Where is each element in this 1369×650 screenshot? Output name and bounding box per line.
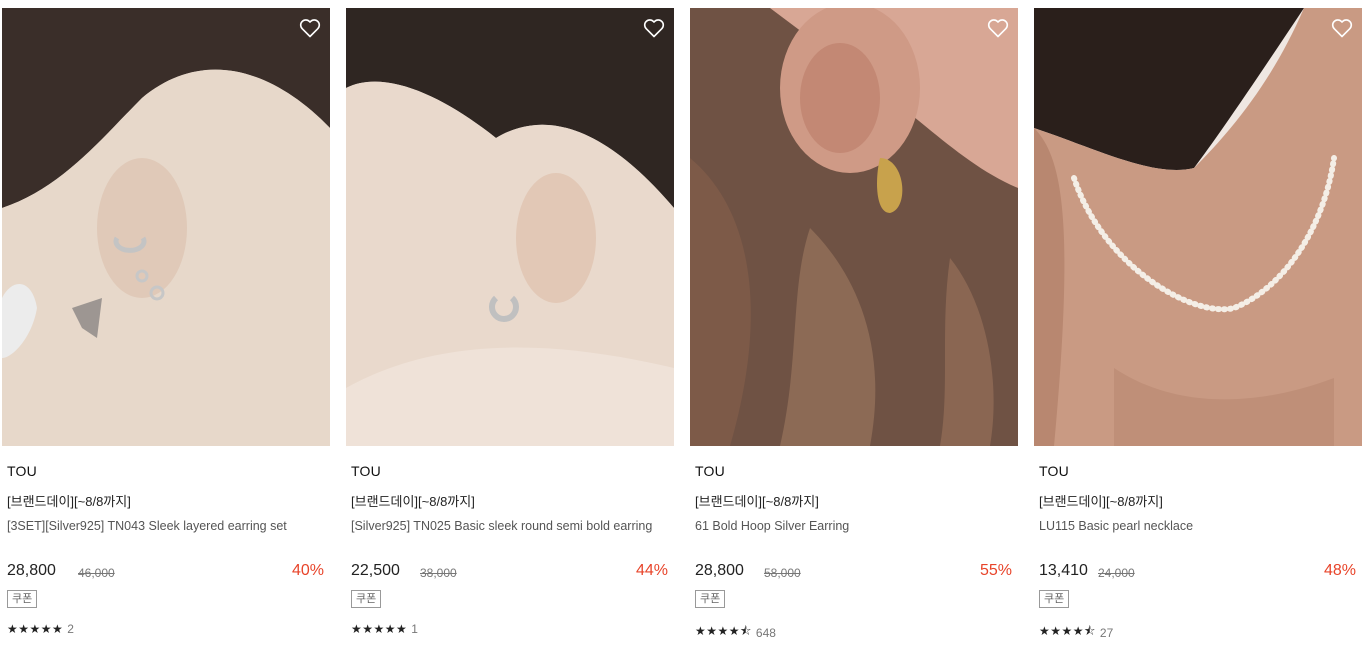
sale-price: 28,800 bbox=[7, 562, 56, 579]
product-card[interactable]: TOU [브랜드데이][~8/8까지] 61 Bold Hoop Silver … bbox=[690, 8, 1020, 648]
product-image[interactable] bbox=[1034, 8, 1362, 446]
product-grid: TOU [브랜드데이][~8/8까지] [3SET][Silver925] TN… bbox=[0, 0, 1369, 650]
coupon-badge: 쿠폰 bbox=[351, 590, 382, 608]
product-card[interactable]: TOU [브랜드데이][~8/8까지] [3SET][Silver925] TN… bbox=[2, 8, 332, 648]
review-count: 2 bbox=[67, 622, 74, 636]
brand-name[interactable]: TOU bbox=[695, 463, 725, 479]
star-icon: ★★★★★ bbox=[351, 622, 408, 636]
product-photo-ear-gold-hoop bbox=[690, 8, 1018, 446]
coupon-badge: 쿠폰 bbox=[7, 590, 38, 608]
coupon-badge: 쿠폰 bbox=[695, 590, 726, 608]
review-count: 27 bbox=[1099, 625, 1114, 640]
brand-name[interactable]: TOU bbox=[1039, 463, 1069, 479]
product-name[interactable]: LU115 Basic pearl necklace bbox=[1039, 518, 1357, 534]
brand-name[interactable]: TOU bbox=[7, 463, 37, 479]
star-icon: ★★★★⯪ bbox=[695, 624, 752, 638]
sale-price: 28,800 bbox=[695, 562, 744, 579]
rating: ★★★★⯪ 27 bbox=[1039, 622, 1113, 643]
product-name[interactable]: [3SET][Silver925] TN043 Sleek layered ea… bbox=[7, 518, 325, 534]
product-image[interactable] bbox=[2, 8, 330, 446]
discount-rate: 55% bbox=[979, 562, 1012, 579]
coupon-badge: 쿠폰 bbox=[1039, 590, 1070, 608]
original-price: 38,000 bbox=[420, 566, 457, 580]
promo-tag: [브랜드데이][~8/8까지] bbox=[7, 494, 131, 509]
product-image[interactable] bbox=[690, 8, 1018, 446]
star-icon: ★★★★⯪ bbox=[1039, 624, 1096, 638]
original-price: 58,000 bbox=[764, 566, 801, 580]
original-price: 46,000 bbox=[78, 566, 115, 580]
discount-rate: 40% bbox=[291, 562, 324, 579]
sale-price: 13,410 bbox=[1039, 562, 1088, 579]
rating: ★★★★★ 1 bbox=[351, 622, 418, 636]
review-count: 1 bbox=[411, 622, 418, 636]
product-photo-pearl-necklace bbox=[1034, 8, 1362, 446]
wishlist-heart-icon[interactable] bbox=[298, 16, 322, 40]
discount-rate: 44% bbox=[635, 562, 668, 579]
wishlist-heart-icon[interactable] bbox=[1330, 16, 1354, 40]
discount-rate: 48% bbox=[1323, 562, 1356, 579]
brand-name[interactable]: TOU bbox=[351, 463, 381, 479]
product-photo-ear-silver-hoop bbox=[346, 8, 674, 446]
rating: ★★★★⯪ 648 bbox=[695, 622, 776, 643]
product-card[interactable]: TOU [브랜드데이][~8/8까지] [Silver925] TN025 Ba… bbox=[346, 8, 676, 648]
review-count: 648 bbox=[755, 625, 776, 640]
promo-tag: [브랜드데이][~8/8까지] bbox=[695, 494, 819, 509]
wishlist-heart-icon[interactable] bbox=[986, 16, 1010, 40]
product-photo-ear-layered-earrings bbox=[2, 8, 330, 446]
product-image[interactable] bbox=[346, 8, 674, 446]
wishlist-heart-icon[interactable] bbox=[642, 16, 666, 40]
promo-tag: [브랜드데이][~8/8까지] bbox=[1039, 494, 1163, 509]
star-icon: ★★★★★ bbox=[7, 622, 64, 636]
rating: ★★★★★ 2 bbox=[7, 622, 74, 636]
promo-tag: [브랜드데이][~8/8까지] bbox=[351, 494, 475, 509]
sale-price: 22,500 bbox=[351, 562, 400, 579]
product-card[interactable]: TOU [브랜드데이][~8/8까지] LU115 Basic pearl ne… bbox=[1034, 8, 1364, 648]
original-price: 24,000 bbox=[1098, 566, 1135, 580]
product-name[interactable]: [Silver925] TN025 Basic sleek round semi… bbox=[351, 518, 669, 534]
product-name[interactable]: 61 Bold Hoop Silver Earring bbox=[695, 518, 1013, 534]
